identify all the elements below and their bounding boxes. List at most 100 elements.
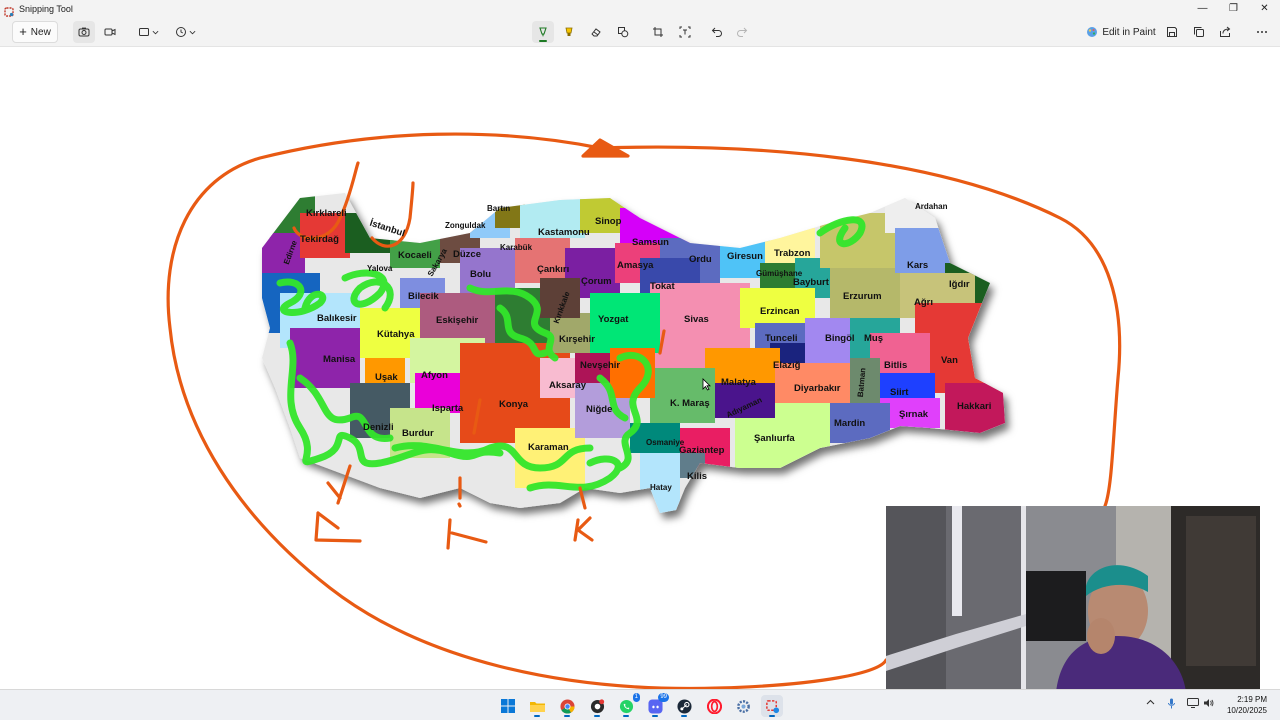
edit-in-paint-label: Edit in Paint [1102,26,1156,38]
province-label: Şırnak [899,409,929,420]
province-label: Erzincan [760,306,800,317]
pen-icon [539,27,547,37]
highlighter-icon [565,27,573,36]
restore-button[interactable]: ❐ [1218,0,1249,17]
minimize-button[interactable]: — [1187,0,1218,17]
ballpoint-pen-button[interactable] [532,21,554,43]
timer-dropdown[interactable] [171,21,199,43]
province-label: Balıkesir [317,313,357,324]
notification-badge: 99 [658,693,669,702]
copy-icon [1194,27,1204,37]
taskbar-app-chrome[interactable] [556,695,578,717]
paint-icon [1087,27,1098,37]
chrome-icon [559,698,575,714]
taskbar-app-settings[interactable] [732,695,754,717]
settings-gear-icon [736,699,750,713]
save-button[interactable] [1161,21,1183,43]
show-hidden-icons-button[interactable] [1146,698,1155,709]
close-button[interactable]: ✕ [1249,0,1280,17]
windows-start-icon [501,699,515,713]
shapes-button[interactable] [612,21,634,43]
province-label: Tokat [650,281,675,292]
province-label: Malatya [721,377,756,388]
snip-shape-dropdown[interactable] [135,21,161,43]
province-label: Tunceli [765,333,798,344]
text-actions-button[interactable] [674,21,696,43]
province-label: Yalova [367,264,393,273]
province-label: Niğde [586,404,613,415]
redo-button[interactable] [731,21,753,43]
snipping-tool-window: Snipping Tool — ❐ ✕ + New Edit in Paint … [0,0,1280,720]
undo-button[interactable] [706,21,728,43]
video-camera-icon [104,28,116,36]
province-label: Siirt [890,387,909,398]
whatsapp-icon [619,699,633,713]
province-label: Sivas [684,314,709,325]
province-label: Tekirdağ [300,234,339,245]
province-label: Karabük [500,243,533,252]
province-label: Şanlıurfa [754,433,795,444]
province-label: Eskişehir [436,315,479,326]
eraser-icon [591,28,601,37]
webcam-overlay [886,506,1260,692]
crop-button[interactable] [647,21,669,43]
chevron-down-icon [152,30,158,34]
province-label: Kilis [687,471,708,482]
taskbar-app-file-explorer[interactable] [526,695,548,717]
province-label: Burdur [402,428,434,439]
clock-date: 10/20/2025 [1226,706,1267,715]
taskbar-app-discord[interactable]: 99 [644,693,669,717]
province-label: Hakkari [957,401,992,412]
eraser-button[interactable] [585,21,607,43]
network-icon [1187,698,1199,708]
copy-button[interactable] [1188,21,1210,43]
edit-in-paint-button[interactable]: Edit in Paint [1086,21,1156,43]
taskbar-app-recorder[interactable] [586,695,608,717]
start-button[interactable] [497,695,519,717]
chevron-down-icon [189,30,195,34]
province-label: Karaman [528,442,569,453]
new-snip-button[interactable]: + New [12,21,58,43]
microphone-tray-button[interactable] [1167,698,1176,711]
running-indicator [534,715,540,717]
save-icon [1167,27,1177,37]
volume-tray-button[interactable] [1203,698,1214,710]
pen-color-indicator [539,40,547,42]
shapes-icon [618,27,629,38]
province-label: Osmaniye [646,438,685,447]
province-label: Bilecik [408,291,439,302]
redo-icon [737,27,748,37]
taskbar-app-snipping-tool[interactable] [761,695,783,717]
highlighter-button[interactable] [558,21,580,43]
share-button[interactable] [1214,21,1236,43]
province-label: Nevşehir [580,360,621,371]
window-controls: — ❐ ✕ [1187,0,1280,17]
running-indicator [594,715,600,717]
province-label: Çorum [581,276,612,287]
more-options-button[interactable] [1251,21,1273,43]
province-label: Trabzon [774,248,811,259]
steam-icon [676,698,692,714]
microphone-icon [1168,698,1175,709]
province-label: Bartın [487,204,511,213]
ellipsis-icon [1257,31,1267,33]
video-mode-button[interactable] [99,21,121,43]
province-label: Kars [907,260,929,271]
taskbar-app-steam[interactable] [673,695,695,717]
taskbar-app-opera[interactable] [703,695,725,717]
province-label: Muş [864,333,883,344]
screenshot-mode-button[interactable] [73,21,95,43]
province-label: Bingöl [825,333,855,344]
network-tray-button[interactable] [1187,698,1199,710]
system-clock[interactable]: 2:19 PM 10/20/2025 [1227,694,1267,716]
province-label: Erzurum [843,291,882,302]
province-label: K. Maraş [670,398,710,409]
text-actions-icon [679,26,691,38]
toolbar: + New Edit in Paint [0,17,1280,47]
province-label: Samsun [632,237,669,248]
new-button-label: New [30,26,51,38]
webcam-video-frame [886,506,1260,692]
province-label: Mardin [834,418,866,429]
taskbar-app-whatsapp[interactable]: 1 [615,693,640,717]
province-label: Ardahan [915,202,948,211]
